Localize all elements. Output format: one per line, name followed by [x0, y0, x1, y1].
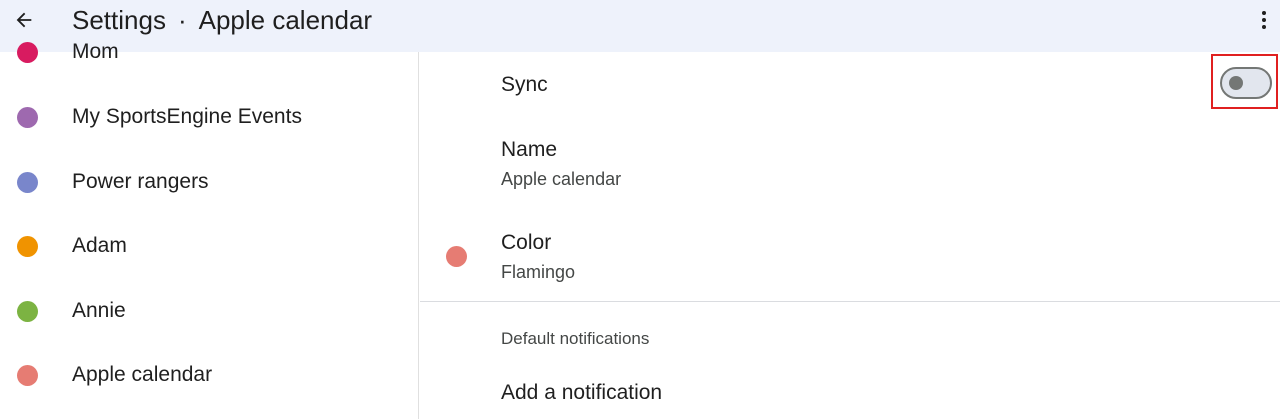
- calendar-item-my-sportsengine-events[interactable]: My SportsEngine Events: [0, 105, 419, 159]
- calendar-item-annie[interactable]: Annie: [0, 299, 419, 353]
- calendar-item-apple-calendar[interactable]: Apple calendar: [0, 363, 419, 417]
- color-row[interactable]: Color Flamingo: [420, 214, 1280, 298]
- color-label: Color: [501, 231, 552, 254]
- calendar-color-dot: [17, 107, 38, 128]
- name-row[interactable]: Name Apple calendar: [420, 122, 1280, 204]
- more-options-button[interactable]: [1252, 6, 1276, 34]
- more-vert-icon: [1262, 11, 1266, 29]
- calendar-item-label: My SportsEngine Events: [72, 105, 302, 128]
- color-swatch: [446, 246, 467, 267]
- calendar-item-label: Mom: [72, 40, 119, 63]
- calendar-color-dot: [17, 42, 38, 63]
- section-divider: [420, 301, 1280, 302]
- calendar-settings-panel: Sync Name Apple calendar Color Flamingo …: [420, 52, 1280, 419]
- calendar-color-dot: [17, 172, 38, 193]
- calendar-item-label: Annie: [72, 299, 126, 322]
- calendar-item-label: Apple calendar: [72, 363, 213, 386]
- calendar-item-label: Power rangers: [72, 170, 209, 193]
- sync-label: Sync: [501, 73, 548, 96]
- default-notifications-header: Default notifications: [501, 329, 650, 348]
- add-notification-row[interactable]: Add a notification: [420, 370, 1280, 419]
- calendar-list: Mom My SportsEngine Events Power rangers…: [0, 40, 419, 419]
- color-value: Flamingo: [501, 262, 576, 282]
- page-title: Settings · Apple calendar: [72, 4, 372, 36]
- title-calendar-name: Apple calendar: [198, 5, 373, 35]
- calendar-item-power-rangers[interactable]: Power rangers: [0, 170, 419, 224]
- title-separator: ·: [177, 5, 187, 35]
- name-value: Apple calendar: [501, 169, 622, 189]
- name-label: Name: [501, 138, 558, 161]
- calendar-item-mom[interactable]: Mom: [0, 40, 419, 94]
- title-settings: Settings: [72, 5, 166, 35]
- calendar-item-adam[interactable]: Adam: [0, 234, 419, 288]
- calendar-color-dot: [17, 365, 38, 386]
- arrow-back-icon: [16, 12, 32, 28]
- highlight-box: [1211, 54, 1278, 109]
- calendar-color-dot: [17, 236, 38, 257]
- calendar-color-dot: [17, 301, 38, 322]
- back-button[interactable]: [8, 4, 40, 36]
- sync-row[interactable]: Sync: [420, 52, 1280, 114]
- calendar-item-label: Adam: [72, 234, 127, 257]
- add-notification-label: Add a notification: [501, 381, 663, 404]
